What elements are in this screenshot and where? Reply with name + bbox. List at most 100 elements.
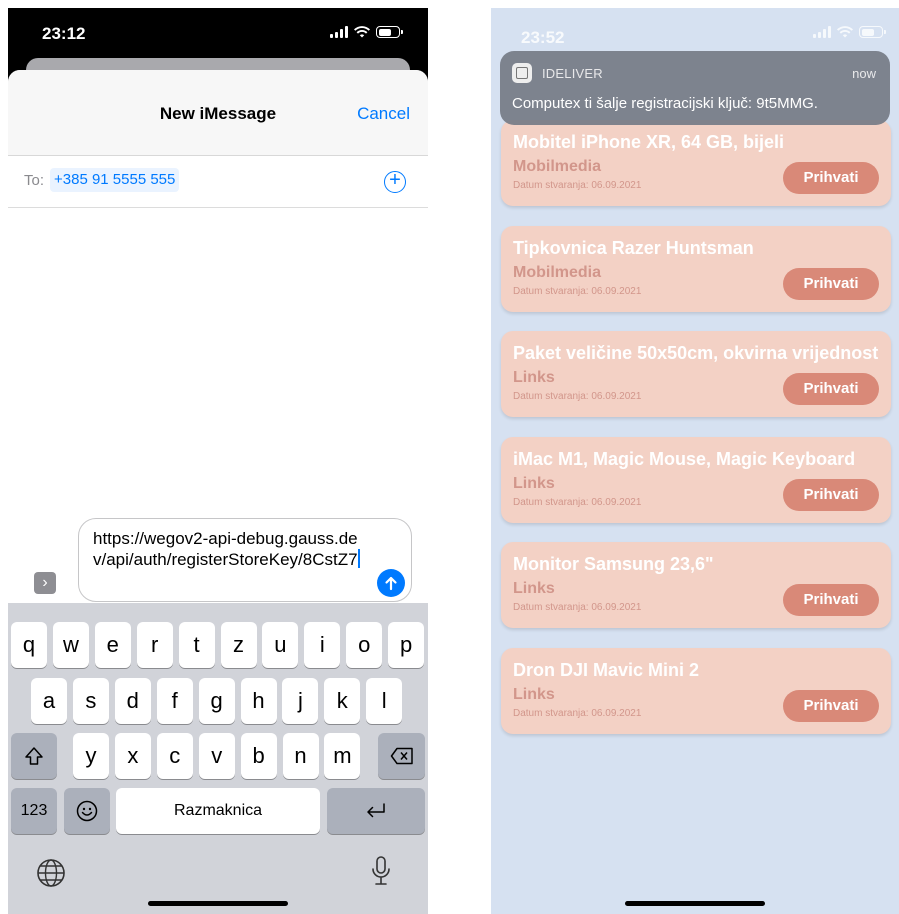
key-m[interactable]: m bbox=[324, 733, 361, 779]
card-store: Links bbox=[513, 580, 555, 597]
return-icon bbox=[367, 803, 385, 818]
backspace-icon bbox=[390, 747, 413, 765]
card-store: Mobilmedia bbox=[513, 263, 602, 281]
message-text: https://wegov2-api-debug.gauss.dev/api/a… bbox=[93, 529, 358, 569]
key-z[interactable]: z bbox=[220, 622, 257, 668]
key-t[interactable]: t bbox=[178, 622, 215, 668]
card-store: Links bbox=[513, 474, 555, 492]
status-time: 23:52 bbox=[521, 28, 565, 47]
emoji-key[interactable] bbox=[64, 788, 110, 834]
key-o[interactable]: o bbox=[346, 622, 383, 668]
home-indicator[interactable] bbox=[148, 901, 288, 906]
cancel-button[interactable]: Cancel bbox=[357, 104, 410, 124]
wifi-icon bbox=[837, 26, 853, 38]
card-store: Mobilmedia bbox=[513, 158, 602, 175]
card-date: Datum stvaranja: 06.09.2021 bbox=[513, 391, 642, 402]
status-icons bbox=[330, 26, 403, 38]
key-x[interactable]: x bbox=[114, 733, 151, 779]
expand-apps-button[interactable]: › bbox=[34, 572, 56, 594]
card-store: Links bbox=[513, 369, 555, 386]
card-date: Datum stvaranja: 06.09.2021 bbox=[513, 180, 642, 191]
key-p[interactable]: p bbox=[388, 622, 425, 668]
key-s[interactable]: s bbox=[72, 678, 109, 724]
battery-icon bbox=[376, 26, 403, 38]
key-v[interactable]: v bbox=[198, 733, 235, 779]
card-date: Datum stvaranja: 06.09.2021 bbox=[513, 602, 642, 613]
key-w[interactable]: w bbox=[52, 622, 89, 668]
text-caret bbox=[357, 549, 360, 568]
imessage-compose-screen: 23:12 New iMessage Cancel To: +385 91 55… bbox=[8, 8, 428, 914]
space-key[interactable]: Razmaknica bbox=[116, 788, 320, 834]
microphone-icon[interactable] bbox=[370, 855, 392, 889]
key-g[interactable]: g bbox=[198, 678, 235, 724]
message-input[interactable]: https://wegov2-api-debug.gauss.dev/api/a… bbox=[78, 518, 412, 602]
keyboard: qwertzuiop asdfghjkl yxcvbnm 123 Razmakn… bbox=[8, 603, 428, 914]
key-n[interactable]: n bbox=[282, 733, 319, 779]
accept-button[interactable]: Prihvati bbox=[783, 584, 879, 616]
card-date: Datum stvaranja: 06.09.2021 bbox=[513, 707, 642, 719]
notification-body: Computex ti šalje registracijski ključ: … bbox=[512, 95, 818, 112]
key-i[interactable]: i bbox=[304, 622, 341, 668]
key-r[interactable]: r bbox=[136, 622, 173, 668]
plus-circle-icon[interactable]: + bbox=[384, 170, 406, 193]
return-key[interactable] bbox=[327, 788, 425, 834]
app-icon bbox=[512, 63, 532, 83]
home-indicator[interactable] bbox=[625, 901, 765, 906]
battery-icon bbox=[859, 26, 886, 38]
key-e[interactable]: e bbox=[94, 622, 131, 668]
navigation-bar: New iMessage Cancel bbox=[8, 70, 428, 156]
accept-button[interactable]: Prihvati bbox=[783, 162, 879, 194]
key-f[interactable]: f bbox=[156, 678, 193, 724]
globe-icon[interactable] bbox=[36, 858, 66, 888]
recipient-chip[interactable]: +385 91 5555 555 bbox=[50, 168, 180, 192]
cellular-signal-icon bbox=[330, 26, 348, 38]
notification-time: now bbox=[852, 66, 876, 81]
delivery-card: Monitor Samsung 23,6" Links Datum stvaranj… bbox=[501, 542, 891, 628]
delivery-card: Mobitel iPhone XR, 64 GB, bijeli Mobilmed… bbox=[501, 120, 891, 206]
shift-key[interactable] bbox=[11, 733, 57, 779]
to-label: To: bbox=[24, 172, 45, 189]
key-y[interactable]: y bbox=[73, 733, 109, 779]
accept-button[interactable]: Prihvati bbox=[783, 373, 879, 405]
key-j[interactable]: j bbox=[282, 678, 319, 724]
numbers-key[interactable]: 123 bbox=[11, 788, 57, 834]
card-date: Datum stvaranja: 06.09.2021 bbox=[513, 496, 642, 508]
key-l[interactable]: l bbox=[366, 678, 403, 724]
key-k[interactable]: k bbox=[324, 678, 361, 724]
card-title: Dron DJI Mavic Mini 2 bbox=[513, 659, 700, 680]
accept-button[interactable]: Prihvati bbox=[783, 267, 879, 300]
key-b[interactable]: b bbox=[240, 733, 277, 779]
wifi-icon bbox=[354, 26, 370, 38]
send-button[interactable] bbox=[377, 569, 405, 597]
emoji-icon bbox=[76, 800, 98, 822]
delivery-card: Tipkovnica Razer Huntsman Mobilmedia Datum… bbox=[501, 225, 891, 312]
status-time: 23:12 bbox=[42, 24, 86, 43]
compose-sheet: New iMessage Cancel To: +385 91 5555 555… bbox=[8, 70, 428, 914]
ideliver-screen: 23:52 Mobitel iPhone XR, 64 GB, bijeli Mo… bbox=[491, 8, 899, 914]
card-title: Monitor Samsung 23,6" bbox=[513, 554, 714, 574]
arrow-up-icon bbox=[385, 576, 397, 591]
status-bar: 23:12 bbox=[8, 8, 428, 56]
card-title: iMac M1, Magic Mouse, Magic Keyboard bbox=[513, 448, 856, 469]
key-a[interactable]: a bbox=[31, 678, 67, 724]
card-title: Paket veličine 50x50cm, okvirna vrijedno… bbox=[513, 343, 879, 363]
key-c[interactable]: c bbox=[156, 733, 193, 779]
shift-icon bbox=[25, 747, 43, 765]
key-u[interactable]: u bbox=[262, 622, 299, 668]
card-date: Datum stvaranja: 06.09.2021 bbox=[513, 285, 642, 297]
card-title: Tipkovnica Razer Huntsman bbox=[513, 237, 754, 258]
accept-button[interactable]: Prihvati bbox=[783, 689, 879, 722]
recipient-row[interactable]: To: +385 91 5555 555 + bbox=[8, 156, 428, 208]
cellular-signal-icon bbox=[813, 26, 831, 38]
accept-button[interactable]: Prihvati bbox=[783, 478, 879, 511]
status-icons bbox=[813, 26, 886, 38]
card-store: Links bbox=[513, 685, 555, 703]
key-h[interactable]: h bbox=[240, 678, 277, 724]
key-d[interactable]: d bbox=[114, 678, 151, 724]
delete-key[interactable] bbox=[378, 733, 425, 779]
delivery-card: Dron DJI Mavic Mini 2 Links Datum stvaranj… bbox=[501, 647, 891, 734]
push-notification[interactable]: IDELIVER now Computex ti šalje registrac… bbox=[500, 51, 890, 125]
delivery-card: Paket veličine 50x50cm, okvirna vrijedno… bbox=[501, 331, 891, 417]
card-title: Mobitel iPhone XR, 64 GB, bijeli bbox=[513, 132, 785, 152]
key-q[interactable]: q bbox=[11, 622, 47, 668]
